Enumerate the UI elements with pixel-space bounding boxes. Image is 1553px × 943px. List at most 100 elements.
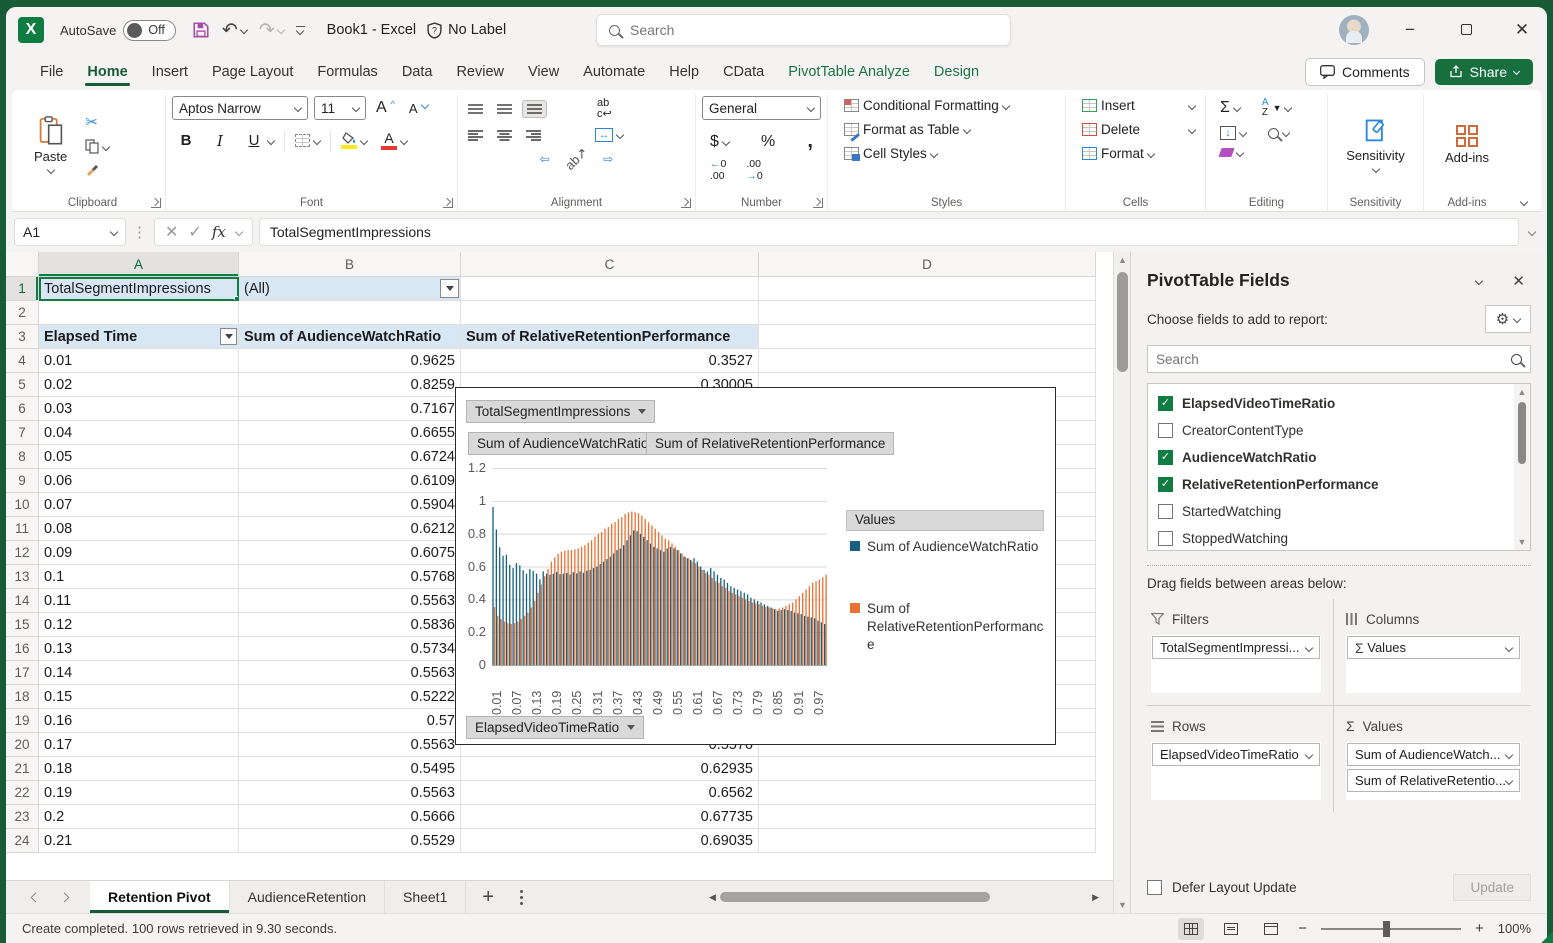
defer-layout-checkbox[interactable] (1147, 880, 1162, 895)
bold-button[interactable]: B (172, 130, 200, 151)
increase-font-size-button[interactable]: A^ (372, 97, 399, 119)
cell-C2[interactable] (461, 301, 759, 325)
search-input[interactable] (630, 22, 998, 38)
row-header-3[interactable]: 3 (6, 325, 39, 349)
row-header-19[interactable]: 19 (6, 709, 39, 733)
prev-sheet-button[interactable] (32, 888, 39, 906)
align-left-button[interactable] (464, 127, 487, 143)
cell-A7[interactable]: 0.04 (39, 421, 239, 445)
cell-C1[interactable] (461, 277, 759, 301)
orientation-button[interactable]: ab↗ (560, 149, 593, 169)
borders-button[interactable] (291, 132, 324, 149)
number-format-select[interactable]: General (702, 96, 821, 120)
redo-dropdown-icon[interactable] (276, 26, 284, 34)
merge-center-button[interactable]: ↔ (591, 126, 627, 144)
menu-tab-help[interactable]: Help (657, 58, 711, 86)
chart-plot-area[interactable] (492, 468, 827, 665)
cell-B6[interactable]: 0.7167 (239, 397, 461, 421)
expand-formula-bar-button[interactable] (1528, 228, 1536, 236)
row-header-2[interactable]: 2 (6, 301, 39, 325)
scroll-down-icon[interactable]: ▼ (1514, 534, 1530, 550)
cell-A23[interactable]: 0.2 (39, 805, 239, 829)
row-header-16[interactable]: 16 (6, 637, 39, 661)
font-color-dropdown-icon[interactable] (400, 136, 408, 144)
cell-A15[interactable]: 0.12 (39, 613, 239, 637)
cancel-button[interactable]: ✕ (165, 222, 178, 242)
fill-button[interactable]: ↓ (1216, 124, 1250, 142)
comma-format-button[interactable]: , (803, 128, 817, 155)
minimize-button[interactable]: − (1395, 20, 1425, 40)
paste-dropdown-icon[interactable] (46, 166, 54, 174)
cell-D4[interactable] (759, 349, 1096, 373)
field-checkbox-elapsedvideotimeratio[interactable]: ✓ (1158, 396, 1173, 411)
col-header-A[interactable]: A (39, 252, 239, 277)
scroll-left-icon[interactable]: ◀ (709, 892, 716, 903)
format-painter-button[interactable] (81, 160, 113, 178)
field-item-audiencewatchratio[interactable]: ✓AudienceWatchRatio (1158, 444, 1510, 471)
font-dialog-launcher[interactable] (443, 198, 453, 208)
next-sheet-button[interactable] (61, 888, 68, 906)
fill-color-button[interactable] (337, 130, 371, 151)
cell-A22[interactable]: 0.19 (39, 781, 239, 805)
row-header-4[interactable]: 4 (6, 349, 39, 373)
menu-tab-cdata[interactable]: CData (711, 58, 776, 86)
cell-A8[interactable]: 0.05 (39, 445, 239, 469)
sensitivity-label-badge[interactable]: ? No Label (426, 22, 506, 39)
cell-A9[interactable]: 0.06 (39, 469, 239, 493)
row-header-22[interactable]: 22 (6, 781, 39, 805)
new-sheet-button[interactable]: + (482, 886, 494, 909)
cell-C23[interactable]: 0.67735 (461, 805, 759, 829)
autosave-toggle[interactable]: Off (123, 20, 175, 41)
cell-C4[interactable]: 0.3527 (461, 349, 759, 373)
cell-B16[interactable]: 0.5734 (239, 637, 461, 661)
italic-button[interactable]: I (206, 130, 234, 152)
number-dialog-launcher[interactable] (813, 198, 823, 208)
sheet-tab-retention-pivot[interactable]: Retention Pivot (90, 881, 230, 913)
update-button[interactable]: Update (1453, 874, 1531, 901)
cell-C22[interactable]: 0.6562 (461, 781, 759, 805)
close-button[interactable]: ✕ (1507, 20, 1537, 40)
field-search-input[interactable] (1156, 352, 1511, 367)
cell-B9[interactable]: 0.6109 (239, 469, 461, 493)
field-list-scrollbar[interactable]: ▲▼ (1514, 384, 1530, 550)
clear-button[interactable] (1216, 146, 1247, 159)
field-checkbox-creatorcontenttype[interactable] (1158, 423, 1173, 438)
cell-B12[interactable]: 0.6075 (239, 541, 461, 565)
field-item-elapsedvideotimeratio[interactable]: ✓ElapsedVideoTimeRatio (1158, 390, 1510, 417)
page-layout-view-button[interactable] (1218, 918, 1244, 940)
font-size-select[interactable]: 11 (314, 96, 366, 120)
chart-series-button-1[interactable]: Sum of AudienceWatchRatio (468, 432, 657, 455)
align-right-button[interactable] (522, 127, 545, 143)
cell-D24[interactable] (759, 829, 1096, 853)
cell-B10[interactable]: 0.5904 (239, 493, 461, 517)
rows-area[interactable]: Rows ElapsedVideoTimeRatio (1147, 706, 1334, 812)
undo-button[interactable]: ↶ (222, 21, 247, 40)
format-cells-button[interactable]: Format (1078, 144, 1199, 163)
cut-button[interactable]: ✂ (81, 111, 113, 133)
align-middle-button[interactable] (493, 101, 516, 117)
columns-area[interactable]: Columns Σ Values (1334, 599, 1531, 706)
field-search-box[interactable] (1147, 345, 1531, 373)
cell-A1[interactable]: TotalSegmentImpressions (39, 277, 239, 301)
cell-B13[interactable]: 0.5768 (239, 565, 461, 589)
scroll-down-icon[interactable]: ▼ (1114, 897, 1131, 913)
columns-drop-zone[interactable]: Σ Values (1346, 635, 1521, 693)
menu-tab-insert[interactable]: Insert (140, 58, 200, 86)
cell-A17[interactable]: 0.14 (39, 661, 239, 685)
cell-B18[interactable]: 0.5222 (239, 685, 461, 709)
chart-axis-field-button[interactable]: ElapsedVideoTimeRatio (466, 716, 644, 739)
tools-gear-button[interactable]: ⚙ (1485, 305, 1531, 333)
cell-B2[interactable] (239, 301, 461, 325)
menu-tab-pivottable-analyze[interactable]: PivotTable Analyze (776, 58, 922, 86)
cell-B14[interactable]: 0.5563 (239, 589, 461, 613)
row-header-6[interactable]: 6 (6, 397, 39, 421)
menu-tab-data[interactable]: Data (390, 58, 445, 86)
sheet-options-button[interactable] (520, 896, 523, 899)
redo-button[interactable]: ↷ (259, 21, 284, 40)
col-header-C[interactable]: C (461, 252, 759, 277)
values-area[interactable]: ΣValues Sum of AudienceWatch... Sum of R… (1334, 706, 1531, 812)
format-as-table-button[interactable]: Format as Table (840, 120, 1059, 139)
horizontal-scroll-thumb[interactable] (720, 892, 990, 902)
user-avatar[interactable] (1339, 15, 1369, 45)
panel-options-chevron-icon[interactable] (1475, 276, 1483, 284)
